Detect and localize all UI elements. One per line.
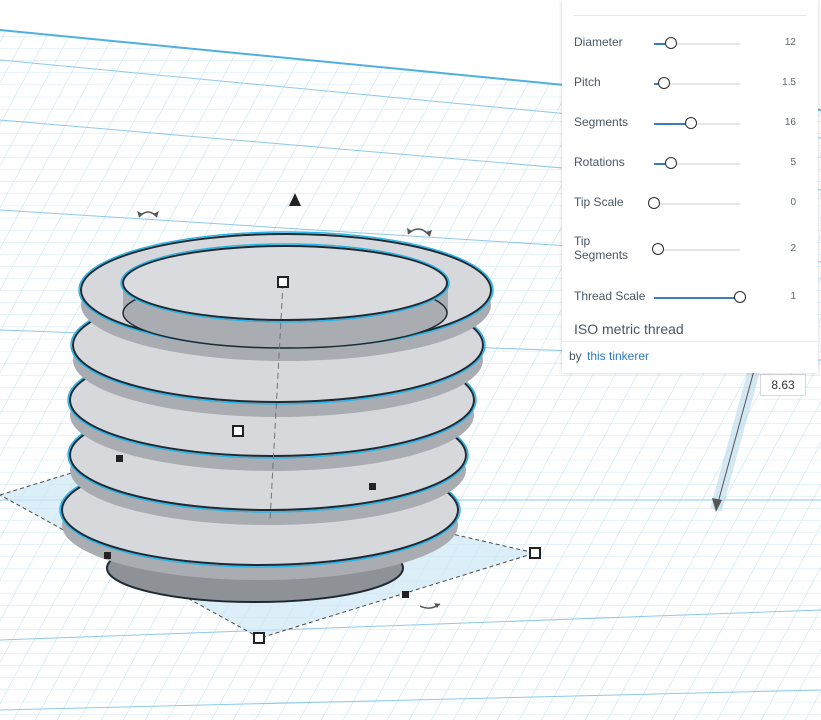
edge-handle-mid-right	[369, 483, 376, 490]
param-slider[interactable]	[648, 197, 740, 209]
param-value[interactable]: 12	[785, 37, 796, 48]
param-slider-knob[interactable]	[648, 197, 660, 209]
edge-handle-bottom-right	[402, 591, 409, 598]
param-slider-knob[interactable]	[684, 117, 697, 129]
shape-parameters-panel: Diameter 12 Pitch 1.5 Segments 16 Rotations 5 Ti…	[562, 0, 818, 373]
shape-byline: by this tinkerer	[562, 341, 818, 373]
param-label: Segments	[574, 115, 629, 129]
param-row: Diameter 12	[562, 34, 818, 64]
param-slider-fill	[654, 297, 740, 299]
top-center-handle	[277, 276, 289, 288]
param-value[interactable]: 1.5	[782, 77, 796, 88]
param-slider-knob[interactable]	[658, 77, 671, 89]
param-row: Segments 16	[562, 114, 818, 144]
param-value[interactable]: 16	[785, 117, 796, 128]
param-row: Tip Scale 0	[562, 194, 818, 224]
panel-divider	[574, 15, 806, 16]
param-row: Rotations 5	[562, 154, 818, 184]
param-row: Pitch 1.5	[562, 74, 818, 104]
param-label: Diameter	[574, 35, 623, 49]
param-label: Pitch	[574, 75, 601, 89]
height-dimension-label[interactable]: 8.63	[760, 374, 806, 396]
param-value[interactable]: 1	[790, 291, 796, 302]
byline-author-link[interactable]: this tinkerer	[587, 349, 649, 363]
param-label: Tip Scale	[574, 195, 624, 209]
param-slider-knob[interactable]	[665, 157, 678, 169]
byline-prefix: by	[569, 349, 582, 363]
corner-handle-bottom	[253, 632, 265, 644]
param-label: Tip Segments	[574, 234, 629, 262]
param-slider[interactable]	[652, 243, 740, 255]
param-slider-knob[interactable]	[665, 37, 678, 49]
center-handle	[232, 425, 244, 437]
param-slider[interactable]	[654, 37, 740, 49]
param-label: Rotations	[574, 155, 625, 169]
param-value[interactable]: 2	[790, 243, 796, 254]
edge-handle-left	[116, 455, 123, 462]
param-slider[interactable]	[654, 291, 746, 303]
param-slider-knob[interactable]	[734, 291, 746, 303]
param-value[interactable]: 5	[790, 157, 796, 168]
param-slider[interactable]	[654, 77, 740, 89]
param-label: Thread Scale	[574, 289, 646, 303]
edge-handle-bottom-left	[104, 552, 111, 559]
param-slider[interactable]	[654, 157, 740, 169]
param-row: Tip Segments 2	[562, 234, 818, 264]
iso-metric-thread-shape[interactable]	[59, 231, 494, 603]
param-value[interactable]: 0	[790, 197, 796, 208]
shape-title: ISO metric thread	[574, 321, 684, 337]
param-slider-knob[interactable]	[652, 243, 665, 255]
param-slider[interactable]	[654, 117, 740, 129]
corner-handle-right	[529, 547, 541, 559]
param-row: Thread Scale 1	[562, 288, 818, 318]
